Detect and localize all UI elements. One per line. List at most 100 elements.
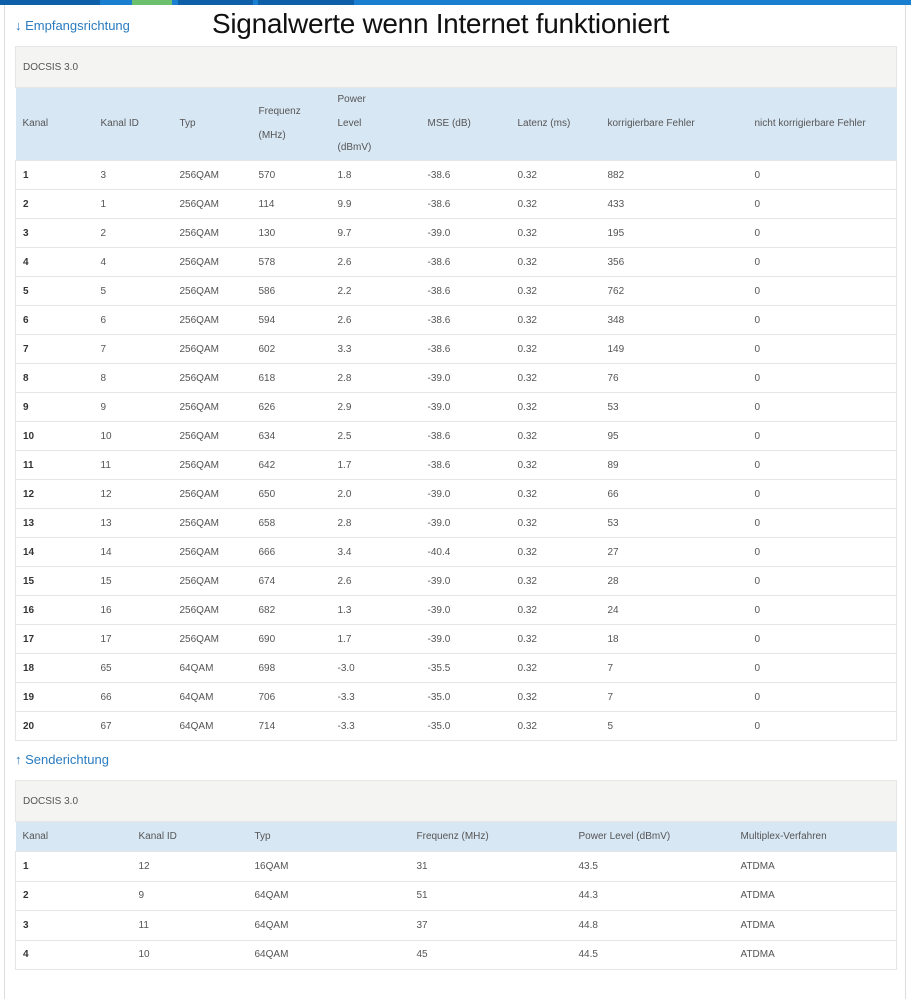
- table-cell: 0.32: [510, 247, 601, 277]
- table-cell: 44.5: [571, 940, 734, 970]
- table-cell: 9: [131, 881, 248, 911]
- table-cell: 650: [251, 479, 331, 509]
- table-cell: 618: [251, 363, 331, 393]
- table-cell: 348: [600, 305, 748, 335]
- table-cell: -38.6: [420, 247, 511, 277]
- downstream-title: ↓ Empfangsrichtung: [15, 18, 130, 33]
- table-cell: 658: [251, 508, 331, 538]
- table-row: 6 6 256QAM 594 2.6 -38.6 0.32 348 0: [15, 305, 897, 335]
- table-cell: 2.8: [330, 508, 421, 538]
- table-cell: -38.6: [420, 450, 511, 480]
- table-cell: 256QAM: [172, 189, 252, 219]
- table-cell: -39.0: [420, 479, 511, 509]
- table-cell: 114: [251, 189, 331, 219]
- table-cell: 27: [600, 537, 748, 567]
- table-cell: 7: [93, 334, 173, 364]
- table-cell: 3.3: [330, 334, 421, 364]
- upstream-title: ↑ Senderichtung: [15, 752, 109, 767]
- table-cell: -35.0: [420, 711, 511, 741]
- docsis-label: DOCSIS 3.0: [15, 46, 897, 88]
- column-header: Frequenz (MHz): [409, 821, 572, 852]
- table-cell: 9.7: [330, 218, 421, 248]
- table-cell: -39.0: [420, 624, 511, 654]
- table-cell: 0.32: [510, 450, 601, 480]
- table-cell: 8: [93, 363, 173, 393]
- table-cell: 10: [131, 940, 248, 970]
- table-row: 17 17 256QAM 690 1.7 -39.0 0.32 18 0: [15, 624, 897, 654]
- table-row: 1 3 256QAM 570 1.8 -38.6 0.32 882 0: [15, 160, 897, 190]
- table-cell: 256QAM: [172, 276, 252, 306]
- table-cell: 4: [15, 940, 132, 970]
- table-cell: 10: [15, 421, 94, 451]
- table-cell: 8: [15, 363, 94, 393]
- table-row: 3 2 256QAM 130 9.7 -39.0 0.32 195 0: [15, 218, 897, 248]
- table-cell: 0.32: [510, 334, 601, 364]
- table-cell: 1.7: [330, 624, 421, 654]
- table-cell: -39.0: [420, 566, 511, 596]
- table-cell: 31: [409, 851, 572, 882]
- table-cell: 45: [409, 940, 572, 970]
- table-cell: 586: [251, 276, 331, 306]
- table-cell: 256QAM: [172, 595, 252, 625]
- table-cell: 17: [15, 624, 94, 654]
- table-cell: 44.8: [571, 910, 734, 941]
- column-header: Kanal ID: [93, 87, 173, 161]
- table-row: 18 65 64QAM 698 -3.0 -35.5 0.32 7 0: [15, 653, 897, 683]
- table-cell: -38.6: [420, 276, 511, 306]
- table-cell: 12: [15, 479, 94, 509]
- table-cell: 3: [15, 910, 132, 941]
- column-header: nicht korrigierbare Fehler: [747, 87, 897, 161]
- table-cell: 0.32: [510, 682, 601, 712]
- table-cell: 0.32: [510, 595, 601, 625]
- table-cell: 256QAM: [172, 537, 252, 567]
- table-cell: 0: [747, 537, 897, 567]
- table-cell: 0: [747, 682, 897, 712]
- table-cell: 11: [15, 450, 94, 480]
- table-cell: 666: [251, 537, 331, 567]
- table-row: 3 11 64QAM 37 44.8 ATDMA: [15, 910, 897, 941]
- table-cell: 3: [15, 218, 94, 248]
- table-row: 2 1 256QAM 114 9.9 -38.6 0.32 433 0: [15, 189, 897, 219]
- table-cell: 0: [747, 218, 897, 248]
- table-cell: 256QAM: [172, 450, 252, 480]
- table-cell: 0.32: [510, 189, 601, 219]
- table-cell: 66: [93, 682, 173, 712]
- table-cell: -39.0: [420, 508, 511, 538]
- table-cell: 0.32: [510, 566, 601, 596]
- table-cell: -3.3: [330, 711, 421, 741]
- headline: Signalwerte wenn Internet funktioniert: [212, 8, 670, 39]
- table-cell: -38.6: [420, 160, 511, 190]
- table-cell: 256QAM: [172, 421, 252, 451]
- table-cell: ATDMA: [733, 881, 897, 911]
- table-row: 5 5 256QAM 586 2.2 -38.6 0.32 762 0: [15, 276, 897, 306]
- table-cell: 17: [93, 624, 173, 654]
- table-row: 13 13 256QAM 658 2.8 -39.0 0.32 53 0: [15, 508, 897, 538]
- table-cell: 0.32: [510, 624, 601, 654]
- table-cell: 690: [251, 624, 331, 654]
- table-cell: 67: [93, 711, 173, 741]
- table-cell: 626: [251, 392, 331, 422]
- table-cell: 19: [15, 682, 94, 712]
- table-cell: 2: [93, 218, 173, 248]
- table-cell: 0: [747, 653, 897, 683]
- table-cell: 256QAM: [172, 392, 252, 422]
- table-cell: 0.32: [510, 508, 601, 538]
- table-cell: 0: [747, 305, 897, 335]
- table-cell: -3.3: [330, 682, 421, 712]
- table-row: 12 12 256QAM 650 2.0 -39.0 0.32 66 0: [15, 479, 897, 509]
- table-cell: 149: [600, 334, 748, 364]
- column-header: MSE (dB): [420, 87, 511, 161]
- table-row: 2 9 64QAM 51 44.3 ATDMA: [15, 881, 897, 911]
- column-header: Kanal: [15, 87, 94, 161]
- table-cell: 256QAM: [172, 566, 252, 596]
- table-cell: 882: [600, 160, 748, 190]
- table-cell: 433: [600, 189, 748, 219]
- docsis-label: DOCSIS 3.0: [15, 780, 897, 822]
- table-cell: 2.5: [330, 421, 421, 451]
- table-cell: 0: [747, 363, 897, 393]
- downstream-table: DOCSIS 3.0 Kanal Kanal ID Typ Frequenz (MHz…: [15, 46, 897, 741]
- table-cell: 195: [600, 218, 748, 248]
- table-cell: 578: [251, 247, 331, 277]
- table-cell: 256QAM: [172, 334, 252, 364]
- table-row: 9 9 256QAM 626 2.9 -39.0 0.32 53 0: [15, 392, 897, 422]
